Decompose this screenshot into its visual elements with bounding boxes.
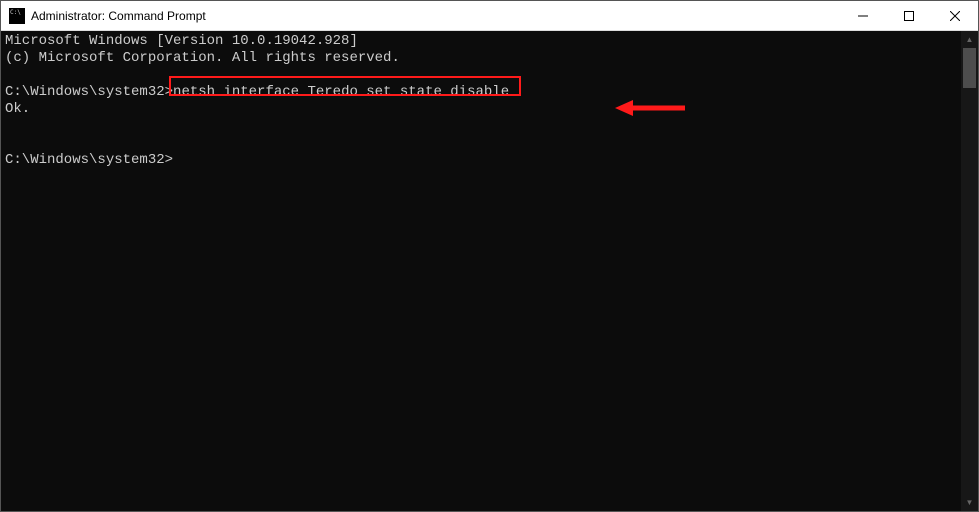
response-line-1: Ok. xyxy=(5,101,957,118)
copyright-line: (c) Microsoft Corporation. All rights re… xyxy=(5,50,957,67)
blank-line xyxy=(5,67,957,84)
scrollbar-down-arrow[interactable]: ▼ xyxy=(961,494,978,511)
titlebar[interactable]: Administrator: Command Prompt xyxy=(1,1,978,31)
close-icon xyxy=(950,11,960,21)
scrollbar-track[interactable] xyxy=(961,48,978,494)
minimize-icon xyxy=(858,11,868,21)
scrollbar-up-arrow[interactable]: ▲ xyxy=(961,31,978,48)
window-title: Administrator: Command Prompt xyxy=(31,9,840,23)
prompt-path-1: C:\Windows\system32 xyxy=(5,84,165,100)
prompt-path-2: C:\Windows\system32 xyxy=(5,152,165,168)
maximize-icon xyxy=(904,11,914,21)
command-text-1: netsh interface Teredo set state disable xyxy=(173,84,509,100)
command-line-1: C:\Windows\system32>netsh interface Tere… xyxy=(5,84,957,101)
console-output[interactable]: Microsoft Windows [Version 10.0.19042.92… xyxy=(1,31,961,511)
window-controls xyxy=(840,1,978,30)
maximize-button[interactable] xyxy=(886,1,932,30)
prompt-chevron-2: > xyxy=(165,152,173,168)
command-line-2: C:\Windows\system32> xyxy=(5,152,957,169)
command-prompt-window: Administrator: Command Prompt Microsoft … xyxy=(0,0,979,512)
command-prompt-icon xyxy=(9,8,25,24)
console-area: Microsoft Windows [Version 10.0.19042.92… xyxy=(1,31,978,511)
prompt-chevron-1: > xyxy=(165,84,173,100)
vertical-scrollbar[interactable]: ▲ ▼ xyxy=(961,31,978,511)
scrollbar-thumb[interactable] xyxy=(963,48,976,88)
version-line: Microsoft Windows [Version 10.0.19042.92… xyxy=(5,33,957,50)
blank-line-2 xyxy=(5,118,957,135)
blank-line-3 xyxy=(5,135,957,152)
minimize-button[interactable] xyxy=(840,1,886,30)
close-button[interactable] xyxy=(932,1,978,30)
